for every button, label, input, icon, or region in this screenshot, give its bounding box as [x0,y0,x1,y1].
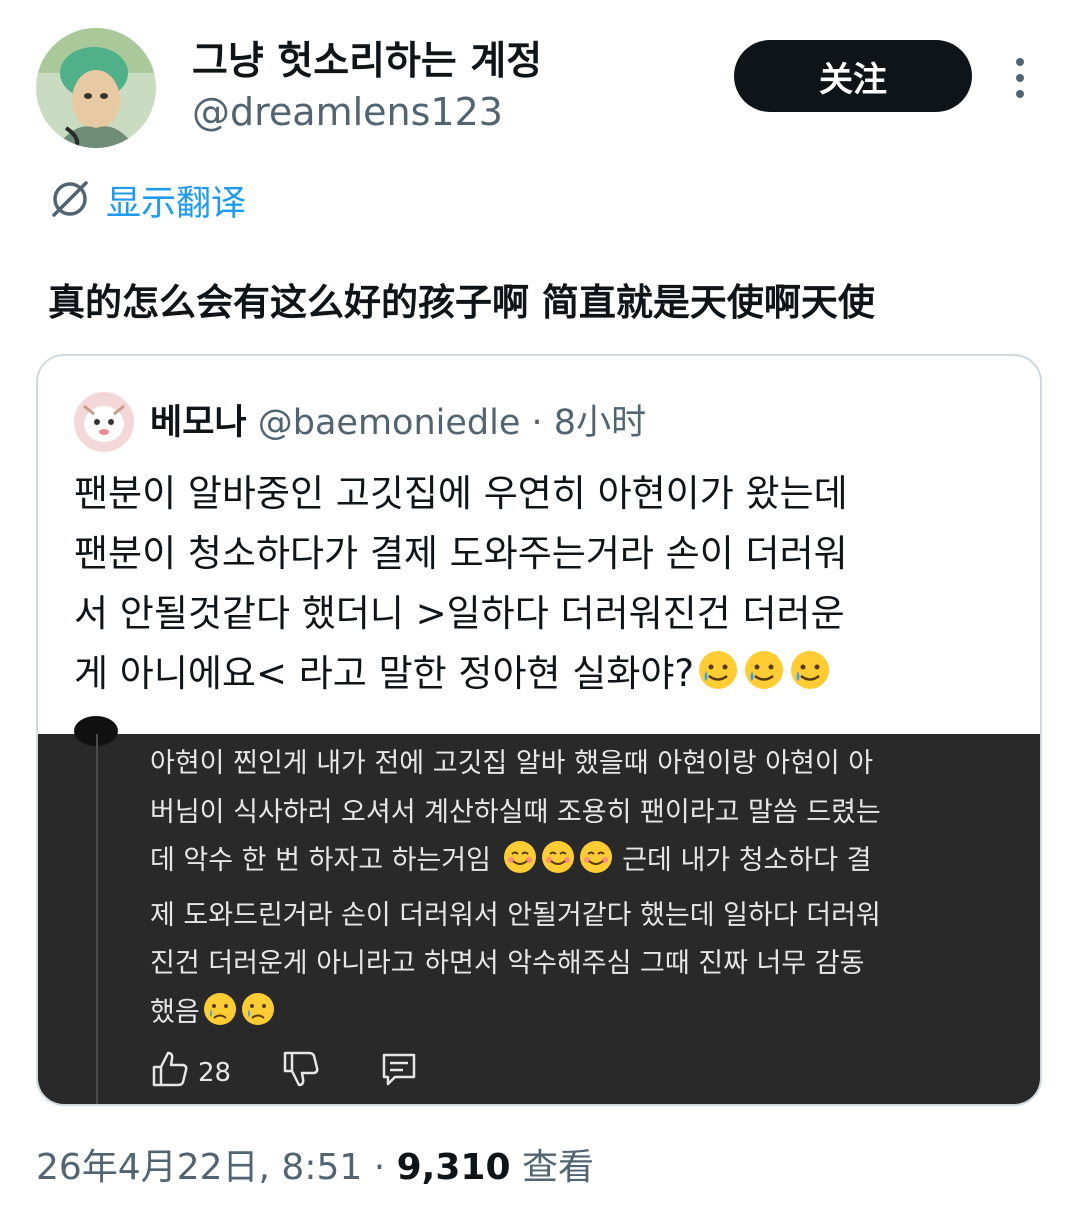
thread-line [96,734,98,1104]
screenshot-comment-text: 아현이 찐인게 내가 전에 고깃집 알바 했을때 아현이랑 아현이 아 버님이 … [150,740,1030,1043]
quoted-tweet-header: 베모나 @baemoniedle · 8小时 [150,394,646,445]
screenshot-actions: 28 [150,1049,419,1096]
attached-screenshot-image[interactable]: 아현이 찐인게 내가 전에 고깃집 알바 했을때 아현이랑 아현이 아 버님이 … [38,716,1040,1104]
quoted-text-line: 서 안될것같다 했더니 >일하다 더러워진건 더러운 [74,592,845,635]
like-count: 28 [198,1057,232,1088]
crying-face-icon [202,991,238,1044]
comment-line: 했음 [150,996,200,1028]
quoted-tweet-text: 팬분이 알바중인 고깃집에 우연히 아현이가 왔는데 팬분이 청소하다가 결제 … [74,464,1014,710]
separator-dot: · [373,1147,386,1188]
comment-line: 근데 내가 청소하다 결 [622,845,872,876]
smiling-face-with-tear-icon [788,648,832,710]
translate-label: 显示翻译 [106,184,247,224]
tweet-text: 真的怎么会有这么好的孩子啊 简直就是天使啊天使 [48,281,875,324]
thumbs-down-icon [281,1049,321,1096]
crying-face-icon [240,991,276,1044]
view-count: 9,310 [396,1147,511,1188]
author-avatar[interactable] [36,28,156,148]
comment-line: 데 악수 한 번 하자고 하는거임 [150,845,491,876]
quoted-text-line: 팬분이 알바중인 고깃집에 우연히 아현이가 왔는데 [74,472,848,515]
comment-line: 진건 더러운게 아니라고 하면서 악수해주심 그때 진짜 너무 감동 [150,948,865,979]
quoted-text-line: 팬분이 청소하다가 결제 도와주는거라 손이 더러워 [74,532,848,575]
comment-line: 아현이 찐인게 내가 전에 고깃집 알바 했을때 아현이랑 아현이 아 [150,748,874,779]
quoted-author-avatar[interactable] [74,392,134,452]
smiling-face-icon [502,839,538,892]
author-handle[interactable]: @dreamlens123 [192,90,503,134]
comment-line: 제 도와드린거라 손이 더러워서 안될거같다 했는데 일하다 더러워 [150,899,881,931]
separator-dot: · [531,403,543,443]
comment-icon [379,1049,419,1096]
quoted-tweet-time: 8小时 [553,403,647,443]
quoted-text-line: 게 아니에요< 라고 말한 정아현 실화야? [74,652,695,695]
smiling-face-icon [540,839,576,892]
more-vertical-icon[interactable] [1010,56,1030,100]
quoted-tweet-card[interactable]: 베모나 @baemoniedle · 8小时 팬분이 알바중인 고깃집에 우연히… [36,354,1042,1106]
comment-line: 버님이 식사하러 오셔서 계산하실때 조용히 팬이라고 말씀 드렸는 [150,796,881,828]
smiling-face-icon [578,839,614,892]
show-translation-link[interactable]: 显示翻译 [48,175,246,226]
quoted-text-line-last: 게 아니에요< 라고 말한 정아현 실화야? [74,644,1014,710]
comment-line-with-emoji: 데 악수 한 번 하자고 하는거임 근데 내가 청소하다 결 [150,837,1030,892]
quoted-author-handle[interactable]: @baemoniedle [258,403,521,443]
author-display-name[interactable]: 그냥 헛소리하는 계정 [192,30,542,86]
quoted-author-name[interactable]: 베모나 [150,403,247,443]
tweet-datetime[interactable]: 26年4月22日, 8:51 [36,1147,362,1188]
smiling-face-with-tear-icon [696,648,740,710]
follow-button[interactable]: 关注 [734,40,972,112]
tweet-meta: 26年4月22日, 8:51 · 9,310 查看 [36,1138,594,1190]
views-label: 查看 [521,1147,594,1188]
smiling-face-with-tear-icon [742,648,786,710]
thumbs-up-icon [150,1049,190,1096]
comment-line-with-emoji: 했음 [150,989,1030,1044]
translate-icon [48,177,92,225]
